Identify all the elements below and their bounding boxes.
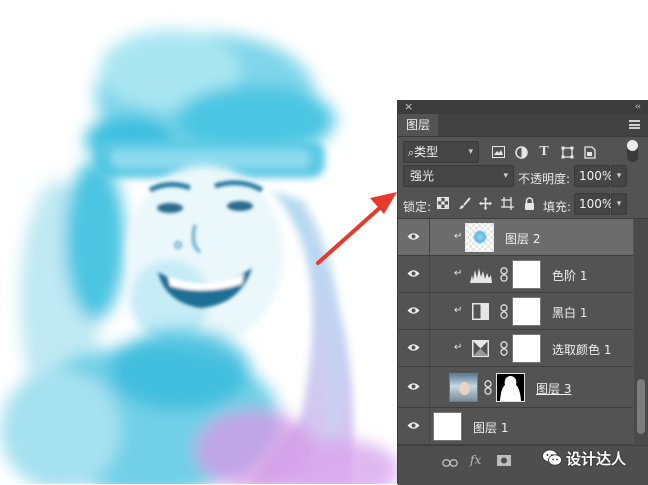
- chain-link-icon[interactable]: [500, 267, 508, 282]
- layer-row-layer-3[interactable]: 图层 3: [398, 367, 633, 408]
- layer-row-levels-1[interactable]: ↵ 色阶 1: [398, 256, 633, 293]
- layer-name[interactable]: 色阶 1: [552, 267, 587, 284]
- opacity-input[interactable]: 100%: [574, 165, 613, 187]
- layer-name[interactable]: 黑白 1: [552, 304, 587, 321]
- eye-visibility-icon[interactable]: [407, 306, 420, 315]
- panel-tab-bar: 图层: [398, 114, 648, 137]
- layer-3-mask-thumbnail[interactable]: [496, 373, 525, 402]
- lock-position-move-icon[interactable]: [478, 197, 492, 211]
- fill-label: 填充:: [543, 200, 572, 214]
- layer-row-layer-2[interactable]: ↵ 图层 2: [398, 219, 633, 256]
- layer-row-layer-1[interactable]: 图层 1: [398, 408, 633, 445]
- levels-mask-thumbnail[interactable]: [512, 260, 541, 289]
- clipping-arrow-icon: ↵: [454, 268, 463, 279]
- chevron-down-icon: ▾: [468, 147, 473, 157]
- selective-color-mask-thumbnail[interactable]: [512, 334, 541, 363]
- add-mask-icon[interactable]: [497, 455, 511, 469]
- scrollbar-thumb[interactable]: [637, 379, 645, 434]
- chain-link-icon[interactable]: [500, 304, 508, 319]
- layer-row-black-white-1[interactable]: ↵ 黑白 1: [398, 293, 633, 330]
- selective-color-adjustment-icon[interactable]: [472, 340, 489, 357]
- chevron-down-icon: ▾: [616, 171, 622, 181]
- visibility-column-divider: [429, 408, 430, 445]
- layer-name[interactable]: 图层 2: [505, 230, 540, 247]
- shape-filter-icon[interactable]: [560, 146, 574, 160]
- toggle-knob: [627, 140, 638, 151]
- chain-link-icon[interactable]: [484, 380, 492, 395]
- mask-silhouette: [500, 376, 521, 401]
- fill-slider-button[interactable]: ▾: [611, 193, 627, 215]
- blend-mode-value: 强光: [410, 169, 435, 183]
- opacity-slider-button[interactable]: ▾: [611, 165, 627, 187]
- layer-name[interactable]: 图层 3: [536, 380, 571, 397]
- fill-input[interactable]: 100%: [574, 193, 613, 215]
- filter-toggle-switch[interactable]: [627, 140, 638, 162]
- layer-3-photo-thumbnail[interactable]: [449, 373, 478, 402]
- collapse-icon[interactable]: ‹‹: [635, 100, 641, 114]
- layer-3-thumbnail-face: [459, 382, 470, 395]
- type-filter-icon[interactable]: T: [537, 145, 551, 159]
- levels-adjustment-icon[interactable]: [470, 266, 492, 283]
- clipping-arrow-icon: ↵: [454, 342, 463, 353]
- lock-transparent-pixels-icon[interactable]: [436, 197, 450, 211]
- black-white-adjustment-icon[interactable]: [472, 303, 489, 320]
- layer-filter-row: ⌕类型 ▾ T: [398, 136, 648, 166]
- lock-label: 锁定:: [403, 200, 432, 214]
- layers-list: ↵ 图层 2 ↵ 色阶 1 ↵ 黑白 1 ↵ 选取颜色 1 图层 3 图层 1: [398, 219, 633, 445]
- fx-layer-style-button[interactable]: fx: [470, 453, 481, 467]
- eye-visibility-icon[interactable]: [407, 232, 420, 241]
- visibility-column-divider: [429, 256, 430, 293]
- layer-name[interactable]: 图层 1: [473, 419, 508, 436]
- chevron-down-icon: ▾: [616, 199, 622, 209]
- lock-image-pixels-brush-icon[interactable]: [457, 197, 471, 211]
- smart-object-filter-icon[interactable]: [583, 146, 597, 160]
- layer-2-thumbnail-image: [473, 230, 487, 244]
- link-layers-icon[interactable]: [442, 456, 458, 470]
- panel-title-bar: × ‹‹: [398, 100, 648, 114]
- lock-fill-row: 锁定: 填充: 100% ▾: [398, 190, 648, 219]
- adjustment-filter-icon[interactable]: [514, 146, 528, 160]
- panel-menu-icon[interactable]: [629, 120, 640, 129]
- lock-all-icon[interactable]: [522, 197, 536, 211]
- close-icon[interactable]: ×: [404, 100, 413, 114]
- blend-opacity-row: 强光 ▾ 不透明度: 100% ▾: [398, 164, 648, 190]
- eye-visibility-icon[interactable]: [407, 421, 420, 430]
- opacity-label: 不透明度:: [518, 172, 571, 186]
- tab-layers[interactable]: 图层: [398, 114, 439, 136]
- visibility-column-divider: [429, 293, 430, 330]
- clipping-arrow-icon: ↵: [454, 231, 463, 242]
- watermark-text: 设计达人: [566, 449, 627, 468]
- visibility-column-divider: [429, 367, 430, 408]
- layer-name[interactable]: 选取颜色 1: [552, 341, 611, 358]
- layer-2-thumbnail[interactable]: [465, 223, 494, 252]
- layers-scrollbar[interactable]: [634, 219, 648, 445]
- layers-panel: × ‹‹ 图层 ⌕类型 ▾ T 强光 ▾ 不透明度: 100% ▾ 锁定: 填充…: [398, 100, 648, 485]
- filter-kind-dropdown[interactable]: ⌕类型 ▾: [403, 141, 479, 163]
- lock-artboard-icon[interactable]: [500, 197, 514, 211]
- clipping-arrow-icon: ↵: [454, 305, 463, 316]
- pixel-filter-icon[interactable]: [491, 146, 505, 160]
- layer-row-selective-color-1[interactable]: ↵ 选取颜色 1: [398, 330, 633, 367]
- eye-visibility-icon[interactable]: [407, 382, 420, 391]
- watermark: 设计达人: [542, 446, 626, 470]
- wechat-icon: [542, 449, 562, 466]
- black-white-mask-thumbnail[interactable]: [512, 297, 541, 326]
- eye-visibility-icon[interactable]: [407, 343, 420, 352]
- visibility-column-divider: [429, 219, 430, 256]
- eye-visibility-icon[interactable]: [407, 269, 420, 278]
- chain-link-icon[interactable]: [500, 341, 508, 356]
- chevron-down-icon: ▾: [503, 171, 508, 181]
- layer-1-thumbnail[interactable]: [433, 412, 462, 441]
- filter-kind-label: 类型: [414, 145, 439, 159]
- visibility-column-divider: [429, 330, 430, 367]
- blend-mode-dropdown[interactable]: 强光 ▾: [403, 165, 514, 187]
